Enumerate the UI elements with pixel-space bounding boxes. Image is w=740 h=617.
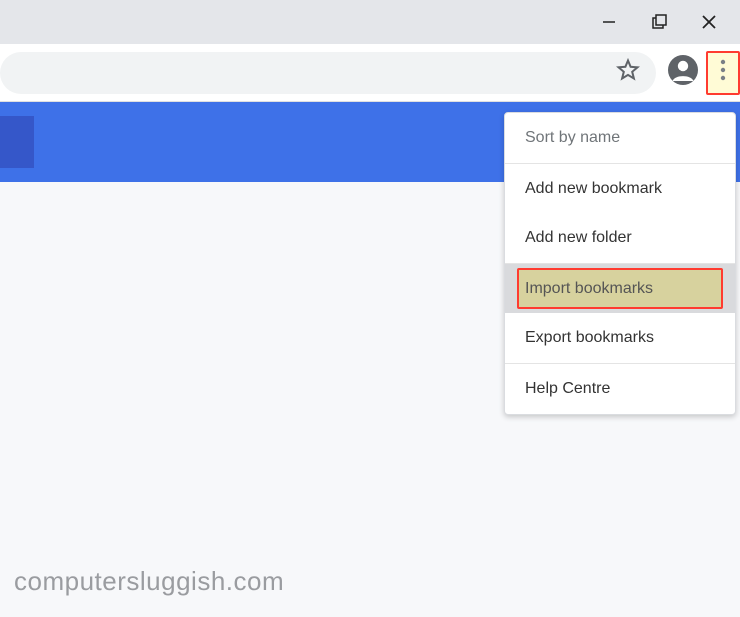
bookmarks-header-selection — [0, 116, 34, 168]
menu-help-centre[interactable]: Help Centre — [505, 364, 735, 414]
watermark-text: computersluggish.com — [14, 566, 284, 597]
content-area: Sort by name Add new bookmark Add new fo… — [0, 102, 740, 617]
menu-item-label: Add new folder — [525, 229, 632, 246]
menu-add-folder[interactable]: Add new folder — [505, 213, 735, 263]
bookmarks-menu: Sort by name Add new bookmark Add new fo… — [504, 112, 736, 415]
menu-add-bookmark[interactable]: Add new bookmark — [505, 164, 735, 214]
window-titlebar — [0, 0, 740, 44]
menu-item-label: Help Centre — [525, 380, 610, 397]
menu-item-label: Import bookmarks — [525, 280, 653, 297]
maximize-button[interactable] — [634, 13, 684, 31]
menu-item-label: Add new bookmark — [525, 180, 662, 197]
menu-item-label: Export bookmarks — [525, 329, 654, 346]
profile-button[interactable] — [664, 54, 702, 92]
menu-export-bookmarks[interactable]: Export bookmarks — [505, 313, 735, 363]
menu-sort-by-name[interactable]: Sort by name — [505, 113, 735, 163]
address-bar[interactable] — [0, 52, 656, 94]
star-icon[interactable] — [616, 58, 640, 87]
profile-icon — [667, 54, 699, 91]
close-button[interactable] — [684, 13, 734, 31]
more-menu-button[interactable] — [706, 51, 740, 95]
more-vertical-icon — [720, 59, 726, 86]
minimize-button[interactable] — [584, 14, 634, 30]
browser-toolbar — [0, 44, 740, 102]
menu-item-label: Sort by name — [525, 129, 620, 146]
menu-import-bookmarks[interactable]: Import bookmarks — [505, 264, 735, 314]
